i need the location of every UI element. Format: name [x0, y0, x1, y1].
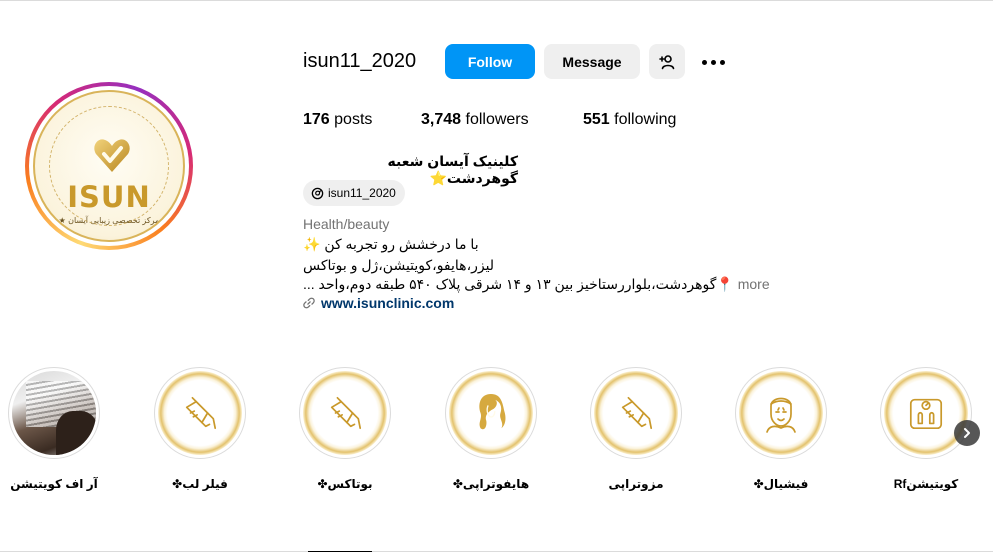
add-person-icon: [659, 54, 675, 69]
website-url: www.isunclinic.com: [321, 295, 455, 311]
highlight-disc: [594, 371, 678, 455]
highlight-cover[interactable]: [8, 367, 100, 459]
profile-avatar[interactable]: ISUN مرکز تخصصی زیبایی آیسان ★: [25, 82, 193, 250]
avatar-brand-text: ISUN: [67, 180, 151, 214]
syringe-icon: [621, 396, 653, 430]
posts-number: 176: [303, 111, 330, 128]
highlight-item[interactable]: بوتاکس✤: [285, 367, 405, 491]
threads-badge[interactable]: isun11_2020: [303, 180, 405, 206]
body-scale-icon: [909, 398, 943, 430]
highlight-label[interactable]: هایفوتراپی✤: [431, 477, 551, 491]
more-options-button[interactable]: [697, 52, 729, 72]
highlight-disc: [158, 371, 242, 455]
chevron-right-icon: [964, 428, 970, 438]
hair-woman-icon: [479, 394, 506, 430]
active-tab-indicator: [308, 551, 372, 552]
highlight-cover[interactable]: [445, 367, 537, 459]
followers-link[interactable]: 3,748 followers: [421, 111, 529, 129]
syringe-icon: [330, 396, 362, 430]
highlight-cover[interactable]: [880, 367, 972, 459]
bio-line-2: لیزر،هایفو،کویتیشن،ژل و بوتاکس: [303, 257, 495, 273]
followers-number: 3,748: [421, 111, 462, 128]
highlight-cover[interactable]: [590, 367, 682, 459]
avatar-logo: ISUN مرکز تخصصی زیبایی آیسان ★: [33, 90, 185, 242]
message-button[interactable]: Message: [544, 44, 640, 79]
followers-label: followers: [465, 111, 529, 128]
highlight-label[interactable]: کویتیشنRf: [866, 477, 986, 491]
avatar-tagline: مرکز تخصصی زیبایی آیسان ★: [58, 216, 160, 225]
highlight-cover[interactable]: [299, 367, 391, 459]
bio-address: 📍گوهردشت،بلواررستاخیز بین ۱۳ و ۱۴ شرقی پ…: [303, 276, 734, 292]
highlight-disc: [739, 371, 823, 455]
bio-more-link[interactable]: more: [738, 276, 770, 292]
follow-button[interactable]: Follow: [445, 44, 535, 79]
highlight-disc: [449, 371, 533, 455]
avatar-inner: ISUN مرکز تخصصی زیبایی آیسان ★: [29, 86, 189, 246]
threads-icon: [311, 187, 324, 199]
posts-count: 176 posts: [303, 111, 372, 129]
bio-line-1: با ما درخشش رو تجربه کن ✨: [303, 236, 479, 252]
bio-line-3: 📍گوهردشت،بلواررستاخیز بین ۱۳ و ۱۴ شرقی پ…: [303, 276, 770, 293]
following-link[interactable]: 551 following: [583, 111, 676, 129]
highlights-next-button[interactable]: [954, 420, 980, 446]
heart-logo-icon: [94, 139, 130, 172]
following-number: 551: [583, 111, 610, 128]
highlight-label[interactable]: آر اف کویتیشن: [0, 477, 114, 491]
profile-category: Health/beauty: [303, 216, 390, 232]
highlight-item[interactable]: مزوتراپی: [576, 367, 696, 491]
highlight-cover[interactable]: [154, 367, 246, 459]
website-link[interactable]: www.isunclinic.com: [303, 295, 454, 311]
highlight-photo: [12, 371, 96, 455]
posts-label: posts: [334, 111, 373, 128]
link-icon: [303, 297, 315, 309]
following-label: following: [614, 111, 677, 128]
highlight-disc: [884, 371, 968, 455]
highlight-label[interactable]: فیشیال✤: [721, 477, 841, 491]
highlight-item[interactable]: آر اف کویتیشن: [0, 367, 114, 491]
highlight-cover[interactable]: [735, 367, 827, 459]
highlight-item[interactable]: هایفوتراپی✤: [431, 367, 551, 491]
profile-username: isun11_2020: [303, 50, 417, 72]
top-divider: [0, 0, 993, 1]
more-dot: [719, 59, 725, 65]
highlight-item[interactable]: فیشیال✤: [721, 367, 841, 491]
more-horizontal-icon: [701, 59, 707, 65]
highlight-item[interactable]: فیلر لب✤: [140, 367, 260, 491]
highlight-label[interactable]: بوتاکس✤: [285, 477, 405, 491]
threads-handle: isun11_2020: [328, 186, 396, 200]
more-dot: [710, 59, 716, 65]
face-mask-icon: [766, 397, 796, 433]
syringe-icon: [185, 396, 217, 430]
suggest-accounts-button[interactable]: [649, 44, 685, 79]
highlight-label[interactable]: مزوتراپی: [576, 477, 696, 491]
highlight-disc: [303, 371, 387, 455]
tabs-divider: [0, 551, 993, 552]
highlight-label[interactable]: فیلر لب✤: [140, 477, 260, 491]
